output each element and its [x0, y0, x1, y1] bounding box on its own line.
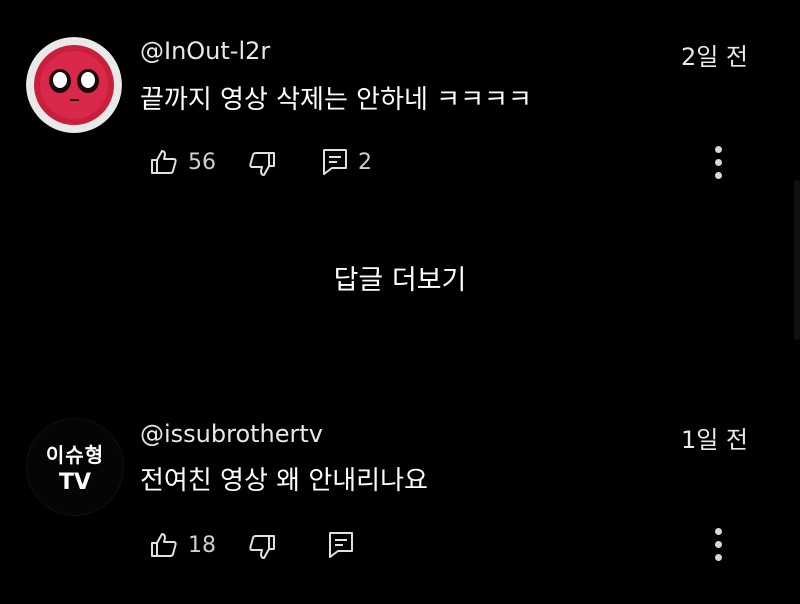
reply-icon [323, 149, 347, 175]
avatar-text-line1: 이슈형 [45, 443, 105, 467]
like-count: 18 [188, 532, 216, 558]
reply-button[interactable] [328, 531, 354, 559]
more-replies-button[interactable]: 답글 더보기 [0, 258, 800, 297]
comment-time: 2일 전 [680, 43, 748, 71]
avatar[interactable]: 이슈형 TV [26, 418, 124, 516]
username[interactable]: @InOut-l2r [140, 37, 270, 65]
thumbs-down-icon [249, 152, 275, 176]
reply-button[interactable]: 2 [322, 148, 372, 176]
reply-count: 2 [358, 149, 372, 175]
comment-time: 1일 전 [680, 426, 748, 454]
more-options-button[interactable] [712, 146, 724, 186]
more-vert-icon [714, 528, 722, 535]
thumbs-up-icon [151, 150, 177, 174]
dislike-button[interactable] [248, 150, 276, 178]
comment-text: 전여친 영상 왜 안내리나요 [140, 466, 428, 496]
more-options-button[interactable] [712, 528, 724, 568]
like-button[interactable]: 56 [150, 148, 216, 176]
reply-icon [329, 532, 353, 558]
username[interactable]: @issubrothertv [140, 420, 323, 448]
like-count: 56 [188, 149, 216, 175]
comment-text: 끝까지 영상 삭제는 안하네 ㅋㅋㅋㅋ [140, 85, 532, 115]
like-button[interactable]: 18 [150, 531, 216, 559]
dislike-button[interactable] [248, 533, 276, 561]
more-vert-icon [714, 146, 722, 153]
thumbs-down-icon [249, 535, 275, 559]
deadpool-mask-icon [26, 37, 122, 133]
thumbs-up-icon [151, 533, 177, 557]
avatar-text-line2: TV [58, 470, 92, 495]
avatar[interactable] [26, 37, 122, 133]
